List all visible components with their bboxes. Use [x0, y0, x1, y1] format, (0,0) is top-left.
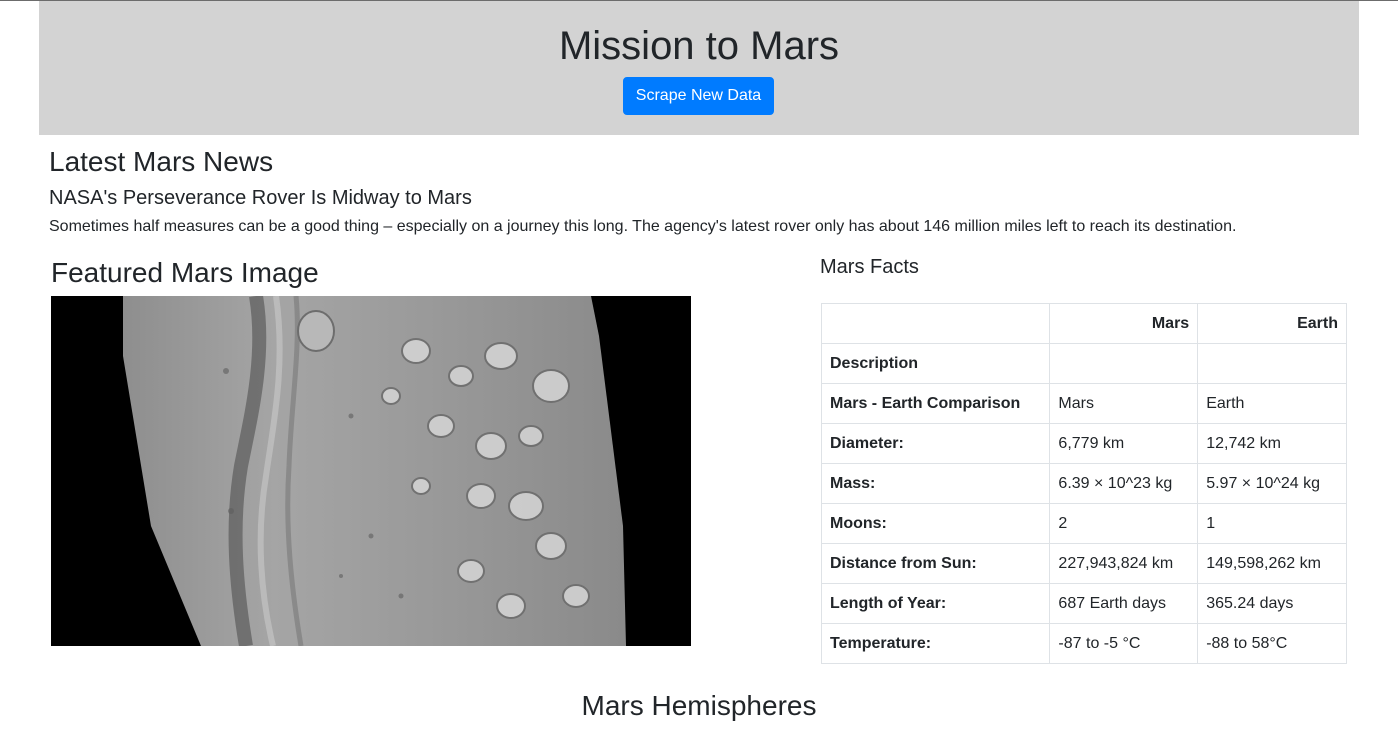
earth-value: 149,598,262 km: [1197, 543, 1347, 584]
table-row: Distance from Sun: 227,943,824 km 149,59…: [820, 543, 1347, 584]
table-row: Moons: 2 1: [820, 503, 1347, 544]
table-row: Length of Year: 687 Earth days 365.24 da…: [820, 583, 1347, 624]
earth-value: 365.24 days: [1197, 583, 1347, 624]
mars-facts-heading: Mars Facts: [820, 256, 919, 278]
table-row: Mass: 6.39 × 10^23 kg 5.97 × 10^24 kg: [820, 463, 1347, 504]
featured-mars-image: [51, 296, 691, 646]
earth-value: 5.97 × 10^24 kg: [1197, 463, 1347, 504]
earth-value: 12,742 km: [1197, 423, 1347, 464]
row-label: Temperature:: [820, 623, 1051, 664]
mars-facts-table: Mars Earth Description Mars - Earth Comp…: [820, 303, 1347, 664]
earth-value: 1: [1197, 503, 1347, 544]
row-label: Distance from Sun:: [820, 543, 1051, 584]
latest-news-heading: Latest Mars News: [49, 146, 274, 177]
mars-value: Mars: [1049, 383, 1199, 424]
column-header-mars: Mars: [1049, 303, 1199, 344]
table-row: Mars - Earth Comparison Mars Earth: [820, 383, 1347, 424]
table-row: Description: [820, 343, 1347, 384]
news-title: NASA's Perseverance Rover Is Midway to M…: [49, 187, 472, 209]
row-label: Description: [820, 343, 1051, 384]
table-row: Temperature: -87 to -5 °C -88 to 58°C: [820, 623, 1347, 664]
mars-value: -87 to -5 °C: [1049, 623, 1199, 664]
row-label: Mars - Earth Comparison: [820, 383, 1051, 424]
header-banner: Mission to Mars Scrape New Data: [39, 1, 1359, 135]
mars-value: 687 Earth days: [1049, 583, 1199, 624]
table-header-row: Mars Earth: [820, 303, 1347, 344]
row-label: Mass:: [820, 463, 1051, 504]
mars-hemispheres-heading: Mars Hemispheres: [581, 690, 817, 721]
table-row: Diameter: 6,779 km 12,742 km: [820, 423, 1347, 464]
earth-value: [1197, 343, 1347, 384]
mars-value: [1049, 343, 1199, 384]
page-title: Mission to Mars: [558, 24, 840, 68]
mars-value: 227,943,824 km: [1049, 543, 1199, 584]
news-paragraph: Sometimes half measures can be a good th…: [49, 218, 1237, 235]
mars-value: 6,779 km: [1049, 423, 1199, 464]
earth-value: -88 to 58°C: [1197, 623, 1347, 664]
column-header-earth: Earth: [1197, 303, 1347, 344]
row-label: Diameter:: [820, 423, 1051, 464]
column-header-blank: [820, 303, 1051, 344]
mars-value: 6.39 × 10^23 kg: [1049, 463, 1199, 504]
earth-value: Earth: [1197, 383, 1347, 424]
featured-image-heading: Featured Mars Image: [51, 257, 319, 288]
row-label: Length of Year:: [820, 583, 1051, 624]
row-label: Moons:: [820, 503, 1051, 544]
mars-value: 2: [1049, 503, 1199, 544]
scrape-new-data-button[interactable]: Scrape New Data: [623, 77, 774, 115]
